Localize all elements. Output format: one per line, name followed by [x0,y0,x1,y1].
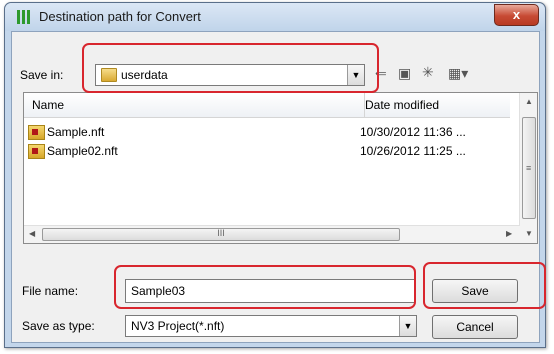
list-item[interactable]: Sample02.nft [28,142,118,160]
file-date: 10/30/2012 11:36 ... [360,125,466,139]
save-in-value: userdata [121,68,168,82]
file-name-input[interactable]: Sample03 [125,279,415,303]
cancel-button[interactable]: Cancel [432,315,518,339]
scroll-right-icon[interactable]: ▶ [506,229,512,238]
folder-icon [101,68,117,82]
file-date: 10/26/2012 11:25 ... [360,144,466,158]
nft-file-icon [28,144,45,160]
save-as-type-dropdown[interactable]: NV3 Project(*.nft) ▼ [125,315,417,337]
vertical-scrollbar[interactable]: ▲ ≡ ▼ [519,93,537,243]
column-header-name[interactable]: Name [24,93,365,118]
window-title: Destination path for Convert [39,9,201,24]
nft-file-icon [28,125,45,141]
back-arrow-icon[interactable]: ⇐ [375,65,387,82]
horizontal-scrollbar[interactable]: ◀ III ▶ [24,225,520,243]
title-bar[interactable]: Destination path for Convert x [5,3,545,31]
save-in-label: Save in: [20,68,64,82]
dropdown-arrow-icon[interactable]: ▼ [347,65,364,85]
save-button[interactable]: Save [432,279,518,303]
scroll-left-icon[interactable]: ◀ [29,229,35,238]
app-icon [17,10,31,24]
up-folder-icon[interactable]: ▣ [398,65,411,82]
file-list: Name Date modified Sample.nft 10/30/2012… [23,92,538,244]
save-as-type-label: Save as type: [22,319,95,333]
dropdown-arrow-icon[interactable]: ▼ [399,316,416,336]
views-menu-icon[interactable]: ▦▾ [448,65,468,82]
dialog-window: Destination path for Convert x Save in: … [4,2,546,348]
list-item[interactable]: Sample.nft [28,123,104,141]
save-in-dropdown[interactable]: userdata ▼ [95,64,365,86]
vertical-scroll-thumb[interactable]: ≡ [522,117,536,219]
scroll-down-icon[interactable]: ▼ [525,229,533,238]
dialog-client: Save in: userdata ▼ ⇐ ▣ ✳ ▦▾ Name Date m… [11,31,540,343]
file-name-label: File name: [22,284,79,298]
column-header-date[interactable]: Date modified [365,93,510,118]
scroll-up-icon[interactable]: ▲ [525,97,533,106]
close-button[interactable]: x [494,4,539,26]
horizontal-scroll-thumb[interactable]: III [42,228,400,241]
new-folder-icon[interactable]: ✳ [422,64,434,81]
